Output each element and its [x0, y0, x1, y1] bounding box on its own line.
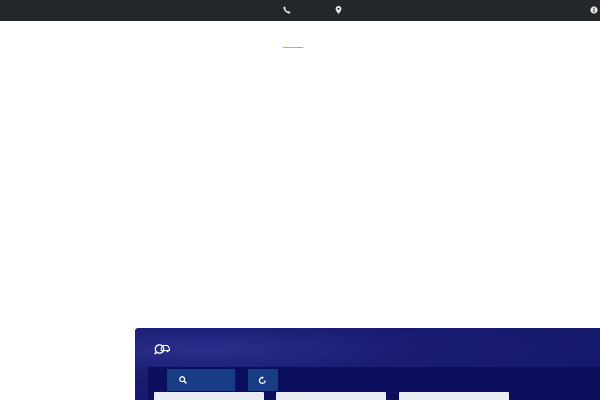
filter-field-3[interactable] — [399, 392, 509, 400]
car-search-icon — [154, 343, 171, 357]
phone-icon[interactable] — [283, 6, 292, 15]
search-icon — [179, 376, 187, 384]
filter-field-1[interactable] — [154, 392, 264, 400]
filter-field-2[interactable] — [276, 392, 386, 400]
search-button[interactable] — [167, 369, 235, 391]
refresh-icon — [258, 376, 266, 384]
vehicle-search-panel — [135, 328, 600, 400]
top-bar — [0, 0, 600, 21]
location-pin-icon[interactable] — [335, 6, 344, 15]
reset-button[interactable] — [248, 369, 278, 391]
search-toolbar — [148, 367, 600, 400]
info-icon[interactable] — [590, 6, 599, 15]
accent-divider — [283, 47, 303, 48]
